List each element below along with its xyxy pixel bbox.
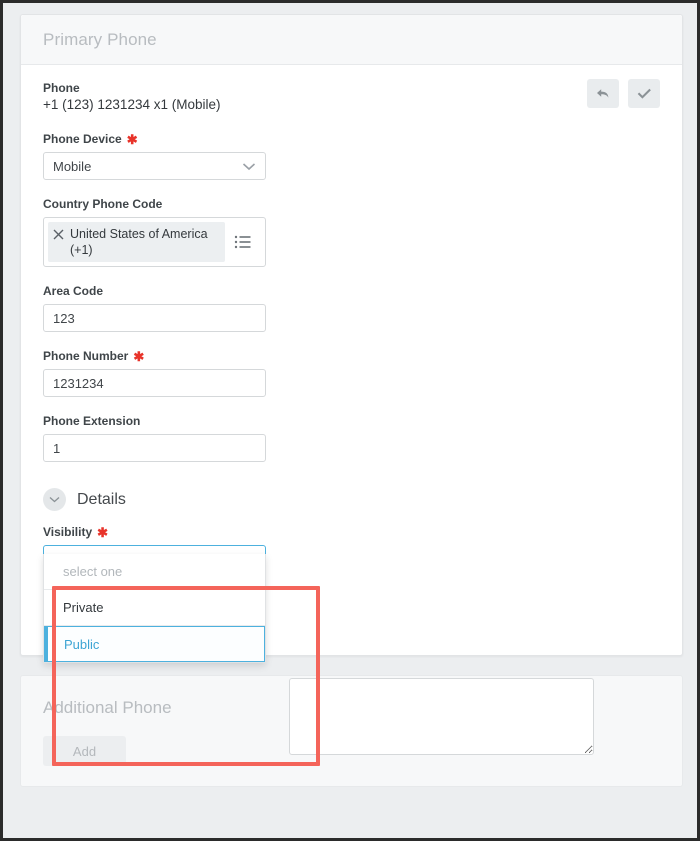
required-marker: ✱ bbox=[127, 133, 138, 146]
action-button-group bbox=[587, 79, 660, 108]
phone-number-label-text: Phone Number bbox=[43, 349, 128, 363]
comment-textarea[interactable] bbox=[289, 678, 594, 755]
checkmark-icon bbox=[636, 86, 653, 102]
visibility-option-public[interactable]: Public bbox=[44, 626, 265, 662]
page-content: Primary Phone bbox=[3, 3, 697, 838]
primary-phone-header: Primary Phone bbox=[21, 15, 682, 65]
visibility-label-text: Visibility bbox=[43, 525, 92, 539]
area-code-input[interactable] bbox=[43, 304, 266, 332]
screenshot-frame: Primary Phone bbox=[0, 0, 700, 841]
comment-field bbox=[289, 678, 594, 760]
area-code-label-text: Area Code bbox=[43, 284, 103, 298]
area-code-label: Area Code bbox=[43, 284, 660, 298]
details-section-header[interactable]: Details bbox=[43, 488, 660, 511]
selected-country-label: United States of America (+1) bbox=[70, 226, 219, 258]
undo-arrow-icon bbox=[595, 86, 612, 102]
primary-phone-body: Phone +1 (123) 1231234 x1 (Mobile) Phone… bbox=[21, 65, 682, 655]
required-marker: ✱ bbox=[97, 526, 108, 539]
visibility-option-private[interactable]: Private bbox=[44, 590, 265, 626]
country-phone-code-label: Country Phone Code bbox=[43, 197, 660, 211]
area-code-field: Area Code bbox=[43, 284, 660, 332]
country-phone-code-field: Country Phone Code United States of Amer… bbox=[43, 197, 660, 267]
country-phone-code-multiselect[interactable]: United States of America (+1) bbox=[43, 217, 266, 267]
phone-number-field: Phone Number ✱ bbox=[43, 349, 660, 397]
phone-readonly-value: +1 (123) 1231234 x1 (Mobile) bbox=[43, 97, 660, 112]
undo-button[interactable] bbox=[587, 79, 619, 108]
phone-device-select[interactable]: Mobile bbox=[43, 152, 266, 180]
phone-device-label-text: Phone Device bbox=[43, 132, 122, 146]
phone-extension-label-text: Phone Extension bbox=[43, 414, 140, 428]
phone-readonly-label: Phone bbox=[43, 81, 660, 95]
visibility-field: Visibility ✱ Public select one Private P… bbox=[43, 525, 660, 573]
phone-device-label: Phone Device ✱ bbox=[43, 132, 660, 146]
selected-country-chip: United States of America (+1) bbox=[48, 222, 225, 262]
phone-extension-label: Phone Extension bbox=[43, 414, 660, 428]
phone-device-field: Phone Device ✱ Mobile bbox=[43, 132, 660, 180]
primary-phone-card: Primary Phone bbox=[20, 14, 683, 656]
confirm-button[interactable] bbox=[628, 79, 660, 108]
phone-number-label: Phone Number ✱ bbox=[43, 349, 660, 363]
visibility-dropdown-list: select one Private Public bbox=[43, 554, 266, 663]
phone-device-value: Mobile bbox=[53, 159, 91, 174]
required-marker: ✱ bbox=[133, 350, 144, 363]
add-phone-button[interactable]: Add bbox=[43, 736, 126, 766]
chevron-down-circle-icon[interactable] bbox=[43, 488, 66, 511]
page-title: Primary Phone bbox=[43, 30, 660, 50]
country-phone-code-label-text: Country Phone Code bbox=[43, 197, 162, 211]
phone-extension-field: Phone Extension bbox=[43, 414, 660, 462]
chevron-down-icon bbox=[242, 162, 256, 171]
phone-extension-input[interactable] bbox=[43, 434, 266, 462]
visibility-label: Visibility ✱ bbox=[43, 525, 660, 539]
visibility-option-select-one[interactable]: select one bbox=[44, 554, 265, 590]
details-title: Details bbox=[77, 491, 126, 509]
list-menu-icon[interactable] bbox=[225, 222, 261, 262]
phone-number-input[interactable] bbox=[43, 369, 266, 397]
close-x-icon[interactable] bbox=[53, 227, 64, 245]
